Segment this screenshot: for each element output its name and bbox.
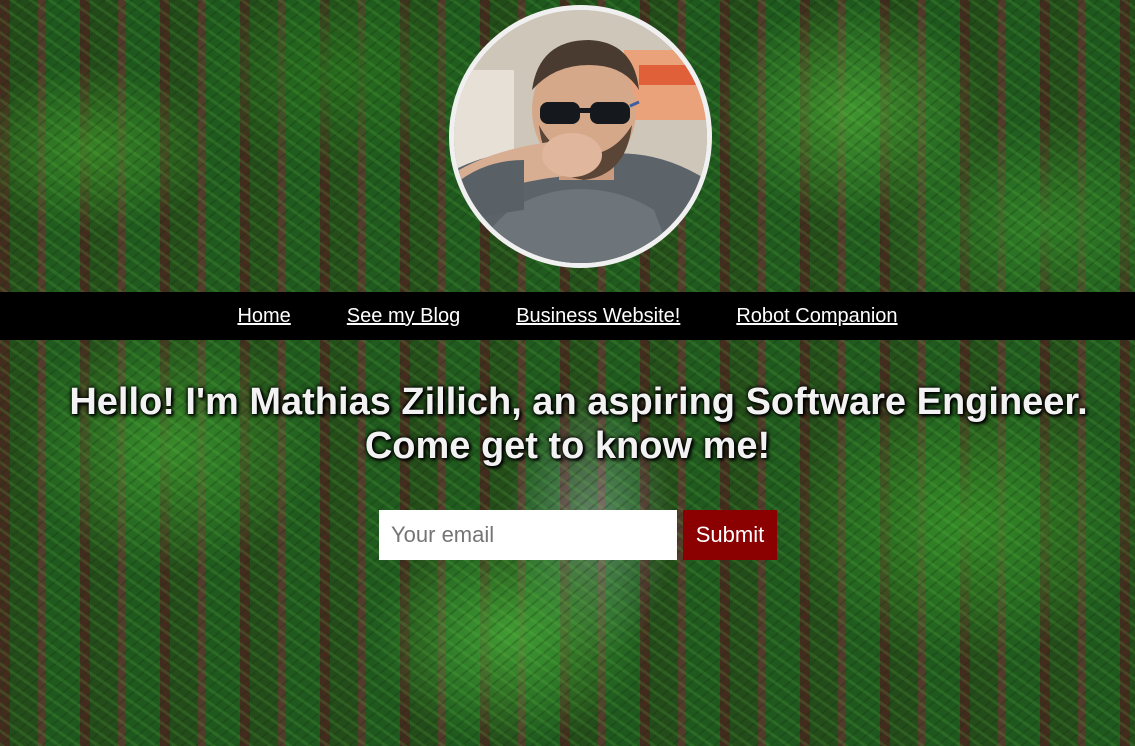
email-input[interactable] (379, 510, 677, 560)
nav-link-robot-companion[interactable]: Robot Companion (736, 305, 897, 328)
profile-photo (454, 10, 707, 263)
email-signup-form: Submit (379, 510, 777, 560)
nav-link-home[interactable]: Home (237, 305, 290, 328)
nav-link-business-website[interactable]: Business Website! (516, 305, 680, 328)
page-background: Home See my Blog Business Website! Robot… (0, 0, 1135, 746)
main-navbar: Home See my Blog Business Website! Robot… (0, 292, 1135, 340)
submit-button[interactable]: Submit (683, 510, 777, 560)
hero-headline: Hello! I'm Mathias Zillich, an aspiring … (0, 380, 1135, 468)
hero-headline-line2: Come get to know me! (364, 425, 771, 467)
nav-link-blog[interactable]: See my Blog (347, 305, 460, 328)
avatar (449, 5, 712, 268)
hero-headline-line1: Hello! I'm Mathias Zillich, an aspiring … (69, 381, 1088, 423)
